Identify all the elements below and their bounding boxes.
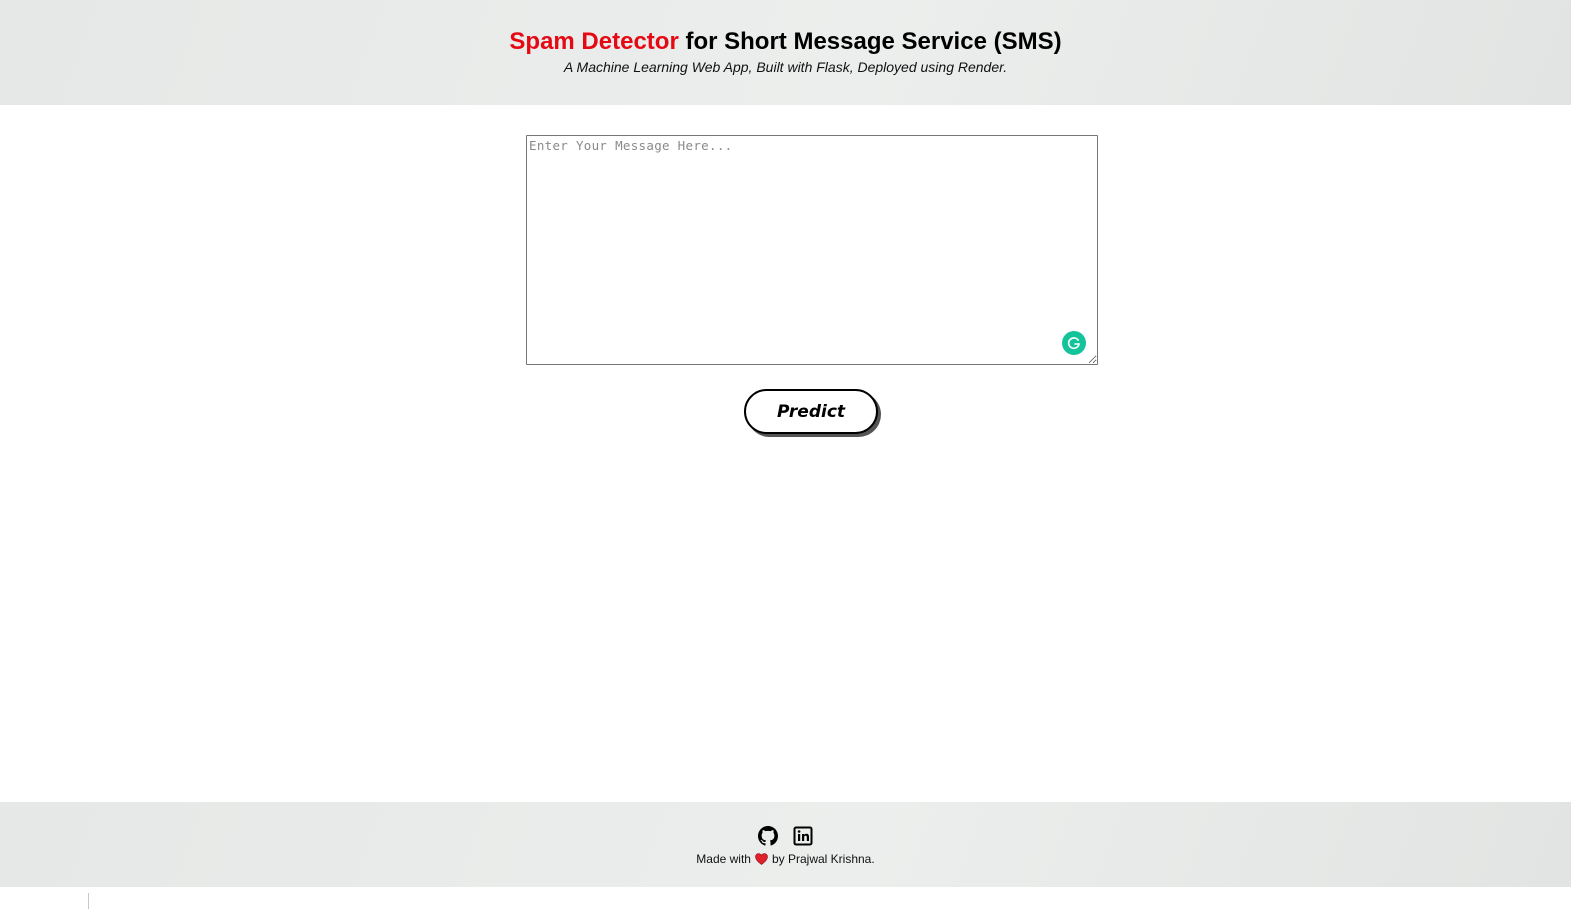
divider	[88, 893, 89, 909]
page-header: Spam Detector for Short Message Service …	[0, 0, 1571, 105]
github-icon[interactable]	[758, 826, 778, 846]
social-links	[0, 826, 1571, 846]
page-subtitle: A Machine Learning Web App, Built with F…	[563, 59, 1008, 75]
page-footer: Made with by Prajwal Krishna.	[0, 802, 1571, 887]
author-credit: by Prajwal Krishna.	[771, 852, 875, 866]
page-title: Spam Detector for Short Message Service …	[0, 27, 1571, 57]
message-input[interactable]	[526, 135, 1098, 365]
message-form	[526, 135, 1098, 365]
title-rest: for Short Message Service (SMS)	[678, 28, 1062, 55]
grammarly-icon[interactable]	[1062, 331, 1086, 355]
linkedin-icon[interactable]	[793, 826, 813, 846]
made-with-text: Made with	[696, 852, 751, 866]
predict-button[interactable]: Predict	[744, 389, 878, 434]
title-accent: Spam Detector	[509, 28, 679, 55]
footer-credit: Made with by Prajwal Krishna.	[0, 852, 1571, 868]
heart-icon	[755, 853, 768, 868]
